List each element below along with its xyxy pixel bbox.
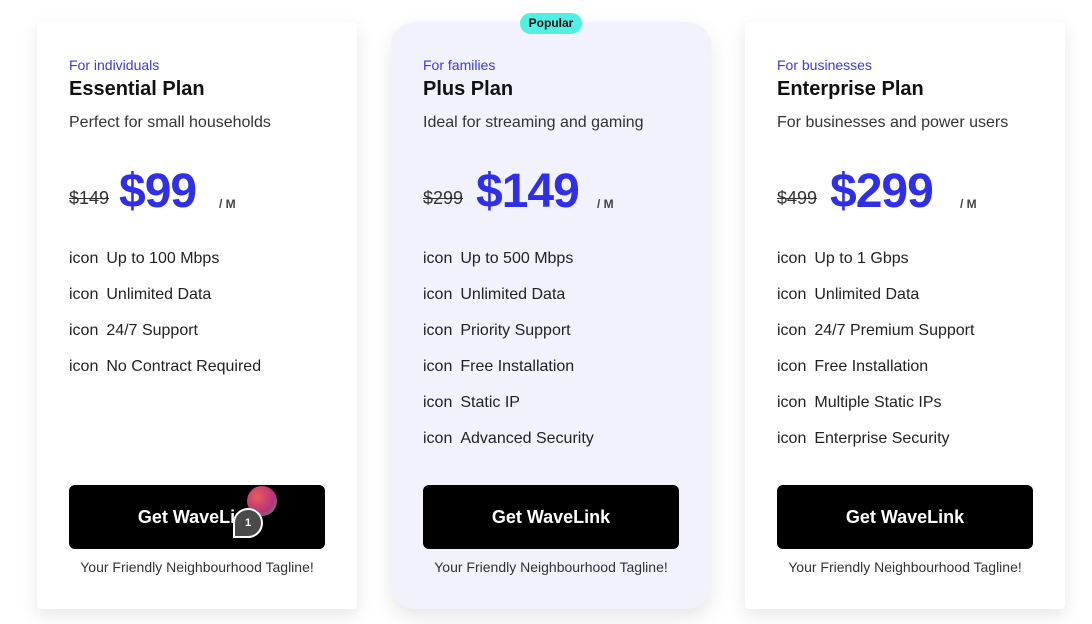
feature-item: icon Unlimited Data (423, 286, 594, 322)
price-row: $149 $99 / M (69, 162, 349, 222)
feature-text: Priority Support (460, 322, 571, 339)
feature-text: Up to 500 Mbps (460, 250, 574, 267)
feature-item: icon Multiple Static IPs (777, 394, 974, 430)
plan-name: Plus Plan (423, 78, 514, 100)
tagline: Your Friendly Neighbourhood Tagline! (80, 559, 314, 575)
feature-icon: icon (423, 358, 453, 375)
feature-item: icon Enterprise Security (777, 430, 974, 466)
pricing-card-plus: For families Plus Plan Ideal for streami… (391, 22, 711, 609)
feature-icon: icon (69, 250, 99, 267)
feature-list: icon Up to 500 Mbps icon Unlimited Data ic… (423, 250, 594, 466)
current-price: $149 (476, 165, 580, 218)
plan-audience: For businesses (777, 57, 872, 73)
feature-icon: icon (423, 250, 453, 267)
feature-item: icon Static IP (423, 394, 594, 430)
plan-description: Perfect for small households (69, 114, 271, 131)
feature-text: 24/7 Premium Support (814, 322, 975, 339)
feature-text: Up to 100 Mbps (106, 250, 220, 267)
current-price: $299 (830, 165, 934, 218)
feature-icon: icon (777, 358, 807, 375)
popular-badge: Popular (520, 13, 582, 34)
feature-text: Free Installation (460, 358, 575, 375)
price-period: / M (597, 197, 614, 211)
feature-icon: icon (777, 322, 807, 339)
feature-item: icon Up to 100 Mbps (69, 250, 261, 286)
feature-icon: icon (69, 322, 99, 339)
feature-icon: icon (777, 394, 807, 411)
plan-name: Essential Plan (69, 78, 205, 100)
feature-text: Unlimited Data (460, 286, 566, 303)
feature-item: icon No Contract Required (69, 358, 261, 394)
get-wavelink-button[interactable]: Get WaveLink (777, 485, 1033, 549)
feature-text: 24/7 Support (106, 322, 198, 339)
feature-icon: icon (777, 430, 807, 447)
feature-item: icon Up to 1 Gbps (777, 250, 974, 286)
feature-text: Advanced Security (460, 430, 594, 447)
feature-text: Multiple Static IPs (814, 394, 942, 411)
plan-name: Enterprise Plan (777, 78, 924, 100)
feature-icon: icon (423, 286, 453, 303)
plan-audience: For individuals (69, 57, 160, 73)
feature-icon: icon (777, 286, 807, 303)
pricing-card-essential: For individuals Essential Plan Perfect f… (37, 22, 357, 609)
feature-item: icon Free Installation (777, 358, 974, 394)
collaborator-cursor-marker[interactable]: 1 (233, 508, 263, 538)
feature-icon: icon (423, 430, 453, 447)
plan-audience: For families (423, 57, 496, 73)
plan-description: For businesses and power users (777, 114, 1009, 131)
tagline: Your Friendly Neighbourhood Tagline! (788, 559, 1022, 575)
get-wavelink-button[interactable]: Get WaveLink (69, 485, 325, 549)
price-period: / M (219, 197, 236, 211)
current-price: $99 (119, 165, 197, 218)
feature-icon: icon (69, 286, 99, 303)
feature-item: icon 24/7 Premium Support (777, 322, 974, 358)
pricing-card-enterprise: For businesses Enterprise Plan For busin… (745, 22, 1065, 609)
feature-item: icon Advanced Security (423, 430, 594, 466)
feature-item: icon 24/7 Support (69, 322, 261, 358)
feature-icon: icon (423, 394, 453, 411)
feature-icon: icon (777, 250, 807, 267)
feature-item: icon Free Installation (423, 358, 594, 394)
feature-text: Static IP (460, 394, 520, 411)
feature-text: Enterprise Security (814, 430, 950, 447)
feature-list: icon Up to 100 Mbps icon Unlimited Data ic… (69, 250, 261, 394)
price-row: $299 $149 / M (423, 162, 703, 222)
feature-text: Unlimited Data (814, 286, 920, 303)
feature-item: icon Unlimited Data (69, 286, 261, 322)
get-wavelink-button[interactable]: Get WaveLink (423, 485, 679, 549)
plan-description: Ideal for streaming and gaming (423, 114, 644, 131)
feature-item: icon Unlimited Data (777, 286, 974, 322)
old-price: $299 (423, 188, 464, 208)
feature-list: icon Up to 1 Gbps icon Unlimited Data icon… (777, 250, 974, 466)
feature-text: Up to 1 Gbps (814, 250, 909, 267)
feature-text: Free Installation (814, 358, 929, 375)
old-price: $149 (69, 188, 110, 208)
feature-icon: icon (69, 358, 99, 375)
old-price: $499 (777, 188, 818, 208)
price-row: $499 $299 / M (777, 162, 1057, 222)
feature-item: icon Up to 500 Mbps (423, 250, 594, 286)
feature-text: Unlimited Data (106, 286, 212, 303)
feature-icon: icon (423, 322, 453, 339)
price-period: / M (960, 197, 977, 211)
feature-item: icon Priority Support (423, 322, 594, 358)
feature-text: No Contract Required (106, 358, 262, 375)
tagline: Your Friendly Neighbourhood Tagline! (434, 559, 668, 575)
